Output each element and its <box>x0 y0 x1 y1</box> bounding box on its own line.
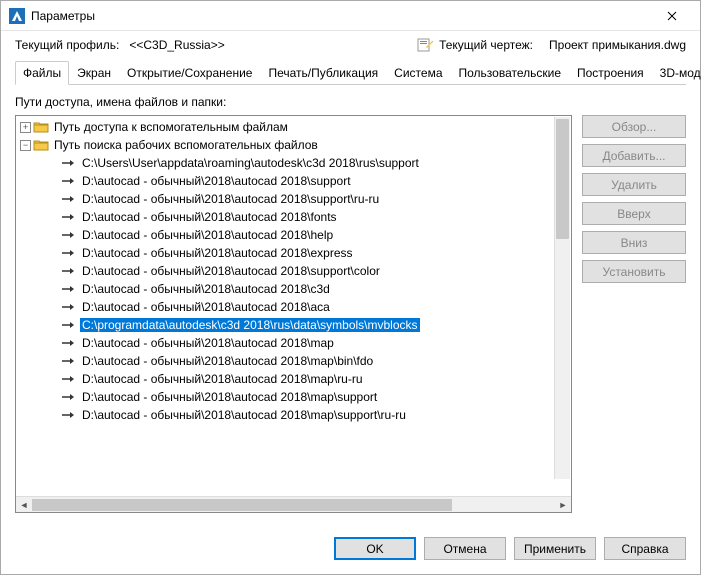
tree-item-label: D:\autocad - обычный\2018\autocad 2018\m… <box>80 408 408 422</box>
tree-item-label: D:\autocad - обычный\2018\autocad 2018\f… <box>80 210 339 224</box>
move-down-button[interactable]: Вниз <box>582 231 686 254</box>
tabs: ФайлыЭкранОткрытие/СохранениеПечать/Публ… <box>15 61 686 85</box>
tree-toggle[interactable]: + <box>20 122 31 133</box>
tree-item-label: D:\autocad - обычный\2018\autocad 2018\m… <box>80 390 379 404</box>
folder-icon <box>33 120 49 134</box>
tree-root-1[interactable]: − Путь поиска рабочих вспомогательных фай… <box>16 136 571 154</box>
hscroll-left[interactable]: ◄ <box>16 497 32 513</box>
tree-item-11[interactable]: D:\autocad - обычный\2018\autocad 2018\m… <box>16 352 571 370</box>
tree-item-2[interactable]: D:\autocad - обычный\2018\autocad 2018\s… <box>16 190 571 208</box>
apply-button[interactable]: Применить <box>514 537 596 560</box>
ok-button[interactable]: OK <box>334 537 416 560</box>
tree-item-13[interactable]: D:\autocad - обычный\2018\autocad 2018\m… <box>16 388 571 406</box>
tree-item-label: Путь доступа к вспомогательным файлам <box>52 120 290 134</box>
scroll-thumb[interactable] <box>556 119 569 239</box>
tree-item-label: D:\autocad - обычный\2018\autocad 2018\a… <box>80 300 332 314</box>
tree-item-0[interactable]: C:\Users\User\appdata\roaming\autodesk\c… <box>16 154 571 172</box>
folder-icon <box>33 138 49 152</box>
tree-item-12[interactable]: D:\autocad - обычный\2018\autocad 2018\m… <box>16 370 571 388</box>
tab-4[interactable]: Система <box>386 61 450 84</box>
tree-item-label: D:\autocad - обычный\2018\autocad 2018\m… <box>80 336 336 350</box>
tab-3[interactable]: Печать/Публикация <box>260 61 386 84</box>
tree-item-label: D:\autocad - обычный\2018\autocad 2018\s… <box>80 192 381 206</box>
hscroll-thumb[interactable] <box>32 499 452 511</box>
close-icon <box>667 11 677 21</box>
tree-item-6[interactable]: D:\autocad - обычный\2018\autocad 2018\s… <box>16 262 571 280</box>
tree-item-9[interactable]: C:\programdata\autodesk\c3d 2018\rus\dat… <box>16 316 571 334</box>
path-arrow-icon <box>61 174 77 188</box>
path-arrow-icon <box>61 264 77 278</box>
tree-item-label: C:\Users\User\appdata\roaming\autodesk\c… <box>80 156 421 170</box>
tree-item-label: D:\autocad - обычный\2018\autocad 2018\m… <box>80 354 375 368</box>
tab-1[interactable]: Экран <box>69 61 119 84</box>
side-buttons: Обзор... Добавить... Удалить Вверх Вниз … <box>582 115 686 513</box>
path-arrow-icon <box>61 228 77 242</box>
profile-label: Текущий профиль: <box>15 38 119 52</box>
tree-toggle[interactable]: − <box>20 140 31 151</box>
tree-item-5[interactable]: D:\autocad - обычный\2018\autocad 2018\e… <box>16 244 571 262</box>
path-arrow-icon <box>61 246 77 260</box>
app-icon <box>9 8 25 24</box>
path-arrow-icon <box>61 408 77 422</box>
help-button[interactable]: Справка <box>604 537 686 560</box>
drawing-icon <box>417 37 433 53</box>
horizontal-scrollbar[interactable]: ◄ ► <box>16 496 571 512</box>
cancel-button[interactable]: Отмена <box>424 537 506 560</box>
section-label: Пути доступа, имена файлов и папки: <box>15 95 686 109</box>
path-arrow-icon <box>61 390 77 404</box>
tree-item-label: D:\autocad - обычный\2018\autocad 2018\s… <box>80 264 382 278</box>
vertical-scrollbar[interactable] <box>554 117 570 479</box>
tab-content: Пути доступа, имена файлов и папки: + Пут… <box>1 85 700 523</box>
path-arrow-icon <box>61 336 77 350</box>
options-dialog: Параметры Текущий профиль: <<C3D_Russia>… <box>0 0 701 575</box>
tab-7[interactable]: 3D-моделирова <box>652 61 701 84</box>
tab-0[interactable]: Файлы <box>15 61 69 85</box>
tree-item-label: Путь поиска рабочих вспомогательных файл… <box>52 138 320 152</box>
tree-item-10[interactable]: D:\autocad - обычный\2018\autocad 2018\m… <box>16 334 571 352</box>
path-arrow-icon <box>61 210 77 224</box>
dialog-footer: OK Отмена Применить Справка <box>1 523 700 574</box>
path-arrow-icon <box>61 156 77 170</box>
profile-value: <<C3D_Russia>> <box>129 38 224 52</box>
tree-item-4[interactable]: D:\autocad - обычный\2018\autocad 2018\h… <box>16 226 571 244</box>
path-arrow-icon <box>61 318 77 332</box>
move-up-button[interactable]: Вверх <box>582 202 686 225</box>
drawing-label: Текущий чертеж: <box>439 38 533 52</box>
tree-item-label: D:\autocad - обычный\2018\autocad 2018\m… <box>80 372 365 386</box>
tab-5[interactable]: Пользовательские <box>451 61 570 84</box>
add-button[interactable]: Добавить... <box>582 144 686 167</box>
paths-tree-container: + Путь доступа к вспомогательным файлам − П… <box>15 115 572 513</box>
remove-button[interactable]: Удалить <box>582 173 686 196</box>
tree-item-label: C:\programdata\autodesk\c3d 2018\rus\dat… <box>80 318 420 332</box>
tree-item-label: D:\autocad - обычный\2018\autocad 2018\c… <box>80 282 332 296</box>
tree-item-3[interactable]: D:\autocad - обычный\2018\autocad 2018\f… <box>16 208 571 226</box>
titlebar: Параметры <box>1 1 700 31</box>
path-arrow-icon <box>61 192 77 206</box>
tab-6[interactable]: Построения <box>569 61 652 84</box>
close-button[interactable] <box>652 1 692 31</box>
path-arrow-icon <box>61 372 77 386</box>
tree-root-0[interactable]: + Путь доступа к вспомогательным файлам <box>16 118 571 136</box>
path-arrow-icon <box>61 354 77 368</box>
browse-button[interactable]: Обзор... <box>582 115 686 138</box>
tree-item-1[interactable]: D:\autocad - обычный\2018\autocad 2018\s… <box>16 172 571 190</box>
tree-item-label: D:\autocad - обычный\2018\autocad 2018\e… <box>80 246 355 260</box>
path-arrow-icon <box>61 300 77 314</box>
tab-2[interactable]: Открытие/Сохранение <box>119 61 260 84</box>
tree-item-8[interactable]: D:\autocad - обычный\2018\autocad 2018\a… <box>16 298 571 316</box>
tree-item-14[interactable]: D:\autocad - обычный\2018\autocad 2018\m… <box>16 406 571 424</box>
drawing-value: Проект примыкания.dwg <box>549 38 686 52</box>
tree-item-7[interactable]: D:\autocad - обычный\2018\autocad 2018\c… <box>16 280 571 298</box>
tree-item-label: D:\autocad - обычный\2018\autocad 2018\h… <box>80 228 335 242</box>
path-arrow-icon <box>61 282 77 296</box>
set-button[interactable]: Установить <box>582 260 686 283</box>
tree-item-label: D:\autocad - обычный\2018\autocad 2018\s… <box>80 174 353 188</box>
window-title: Параметры <box>31 9 652 23</box>
paths-tree[interactable]: + Путь доступа к вспомогательным файлам − П… <box>16 116 571 496</box>
hscroll-right[interactable]: ► <box>555 497 571 513</box>
profile-strip: Текущий профиль: <<C3D_Russia>> Текущий … <box>1 31 700 57</box>
